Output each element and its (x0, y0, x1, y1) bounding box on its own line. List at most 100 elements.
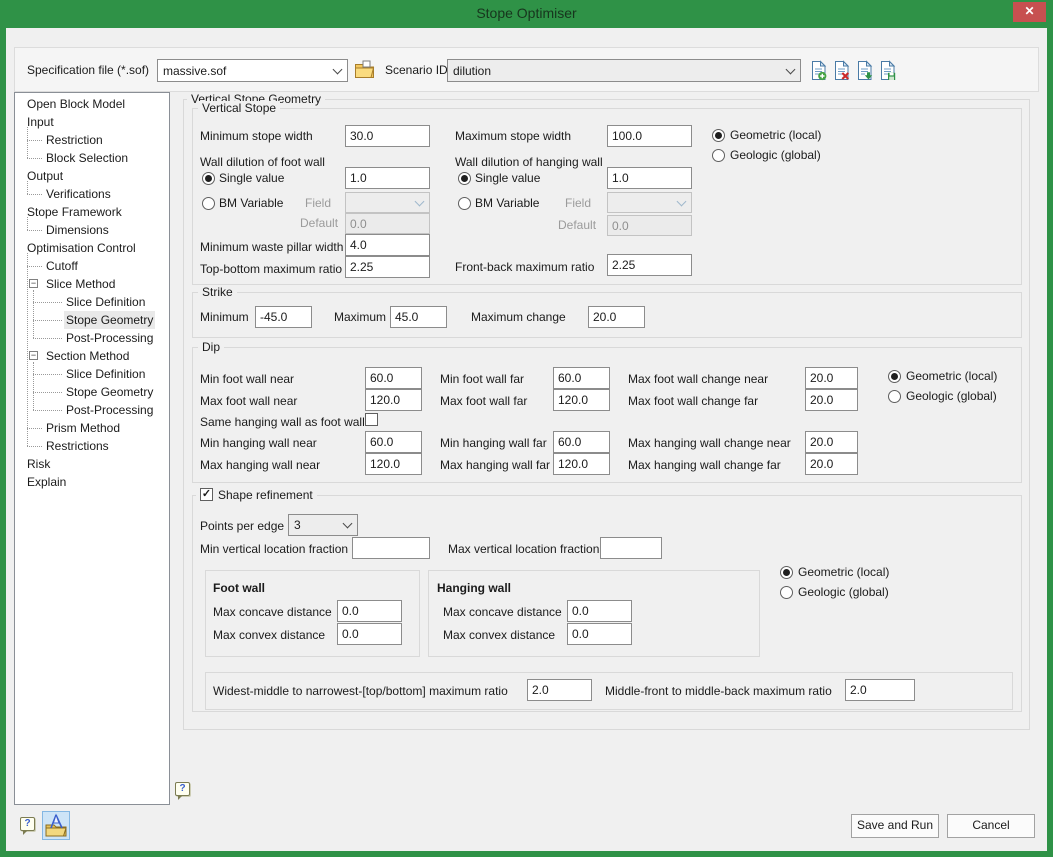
new-scenario-button[interactable] (810, 60, 827, 81)
shape-refinement-checkbox[interactable]: ✓ (200, 488, 213, 501)
min-foot-near-input[interactable] (365, 367, 422, 389)
hang-single-value-label[interactable]: Single value (475, 171, 540, 185)
sidebar-item-restrictions[interactable]: Restrictions (15, 437, 169, 455)
collapse-expander-icon[interactable]: − (29, 279, 38, 288)
shape-geometric-local-radio[interactable] (780, 566, 793, 579)
min-hang-far-input[interactable] (553, 431, 610, 453)
sidebar-item-explain[interactable]: Explain (15, 473, 169, 491)
minimum-stope-width-input[interactable] (345, 125, 430, 147)
sidebar-item-block-selection[interactable]: Block Selection (15, 149, 169, 167)
vs-geologic-global-radio[interactable] (712, 149, 725, 162)
foot-single-value-input[interactable] (345, 167, 430, 189)
strike-minimum-label: Minimum (200, 310, 249, 324)
collapse-expander-icon[interactable]: − (29, 351, 38, 360)
max-hang-far-input[interactable] (553, 453, 610, 475)
open-working-folder-button[interactable] (42, 811, 70, 840)
sidebar-item-prism-method[interactable]: Prism Method (15, 419, 169, 437)
sidebar-item-label: Restrictions (44, 437, 111, 455)
middle-front-back-ratio-input[interactable] (845, 679, 915, 701)
dip-geologic-global-label[interactable]: Geologic (global) (906, 389, 997, 403)
min-waste-pillar-input[interactable] (345, 234, 430, 256)
sidebar-item-post-processing[interactable]: Post-Processing (15, 329, 169, 347)
sidebar-item-verifications[interactable]: Verifications (15, 185, 169, 203)
save-scenario-button[interactable] (879, 60, 896, 81)
front-back-ratio-label: Front-back maximum ratio (455, 260, 594, 274)
sidebar-item-slice-definition[interactable]: Slice Definition (15, 293, 169, 311)
min-hang-near-input[interactable] (365, 431, 422, 453)
dip-geometric-local-radio[interactable] (888, 370, 901, 383)
foot-default-input (345, 213, 430, 234)
folder-icon (353, 58, 376, 81)
sidebar-item-stope-framework[interactable]: Stope Framework (15, 203, 169, 221)
vs-geometric-local-label[interactable]: Geometric (local) (730, 128, 821, 142)
points-per-edge-combobox[interactable]: 3 (288, 514, 358, 536)
hang-single-value-radio[interactable] (458, 172, 471, 185)
hang-bm-variable-radio[interactable] (458, 197, 471, 210)
max-foot-far-input[interactable] (553, 389, 610, 411)
top-bottom-ratio-input[interactable] (345, 256, 430, 278)
max-foot-change-near-input[interactable] (805, 367, 858, 389)
min-foot-far-input[interactable] (553, 367, 610, 389)
sidebar-item-cutoff[interactable]: Cutoff (15, 257, 169, 275)
shape-geometric-local-label[interactable]: Geometric (local) (798, 565, 889, 579)
max-hang-change-far-input[interactable] (805, 453, 858, 475)
sidebar-item-post-processing-2[interactable]: Post-Processing (15, 401, 169, 419)
sidebar-item-output[interactable]: Output (15, 167, 169, 185)
hang-single-value-input[interactable] (607, 167, 692, 189)
shape-refinement-label[interactable]: Shape refinement (218, 488, 313, 502)
strike-max-change-input[interactable] (588, 306, 645, 328)
page-help-button[interactable]: ? (175, 782, 190, 800)
foot-single-value-label[interactable]: Single value (219, 171, 284, 185)
save-and-run-button[interactable]: Save and Run (851, 814, 939, 838)
sidebar-item-risk[interactable]: Risk (15, 455, 169, 473)
max-foot-change-far-input[interactable] (805, 389, 858, 411)
group-title: Strike (198, 285, 237, 299)
same-hanging-wall-checkbox[interactable] (365, 413, 378, 426)
maximum-stope-width-input[interactable] (607, 125, 692, 147)
sidebar-item-dimensions[interactable]: Dimensions (15, 221, 169, 239)
vs-geometric-local-radio[interactable] (712, 129, 725, 142)
max-vertical-fraction-input[interactable] (600, 537, 662, 559)
close-button[interactable]: ✕ (1013, 2, 1046, 22)
same-hanging-wall-label[interactable]: Same hanging wall as foot wall (200, 415, 365, 429)
vs-geologic-global-label[interactable]: Geologic (global) (730, 148, 821, 162)
max-hang-near-input[interactable] (365, 453, 422, 475)
dialog-help-button[interactable]: ? (20, 817, 35, 835)
widest-middle-ratio-input[interactable] (527, 679, 592, 701)
foot-bm-variable-label[interactable]: BM Variable (219, 196, 283, 210)
spec-file-combobox[interactable]: massive.sof (157, 59, 348, 82)
foot-single-value-radio[interactable] (202, 172, 215, 185)
hang-max-convex-input[interactable] (567, 623, 632, 645)
sidebar-item-slice-method[interactable]: −Slice Method (15, 275, 169, 293)
foot-bm-variable-radio[interactable] (202, 197, 215, 210)
sidebar-item-input[interactable]: Input (15, 113, 169, 131)
dip-geometric-local-label[interactable]: Geometric (local) (906, 369, 997, 383)
load-scenario-button[interactable] (856, 60, 873, 81)
sidebar-item-slice-definition-2[interactable]: Slice Definition (15, 365, 169, 383)
front-back-ratio-input[interactable] (607, 254, 692, 276)
shape-geologic-global-label[interactable]: Geologic (global) (798, 585, 889, 599)
hang-max-concave-input[interactable] (567, 600, 632, 622)
browse-spec-file-button[interactable] (353, 58, 376, 81)
scenario-id-combobox[interactable]: dilution (447, 59, 801, 82)
max-hang-change-near-input[interactable] (805, 431, 858, 453)
foot-max-concave-input[interactable] (337, 600, 402, 622)
strike-minimum-input[interactable] (255, 306, 312, 328)
max-foot-near-input[interactable] (365, 389, 422, 411)
sidebar-item-open-block-model[interactable]: Open Block Model (15, 95, 169, 113)
min-foot-far-label: Min foot wall far (440, 372, 524, 386)
sidebar-item-section-method[interactable]: −Section Method (15, 347, 169, 365)
min-vertical-fraction-input[interactable] (352, 537, 430, 559)
sidebar-item-optimisation-control[interactable]: Optimisation Control (15, 239, 169, 257)
cancel-button[interactable]: Cancel (947, 814, 1035, 838)
sidebar-item-label: Open Block Model (25, 95, 127, 113)
hang-bm-variable-label[interactable]: BM Variable (475, 196, 539, 210)
sidebar-item-stope-geometry-2[interactable]: Stope Geometry (15, 383, 169, 401)
sidebar-item-restriction[interactable]: Restriction (15, 131, 169, 149)
sidebar-item-stope-geometry-selected[interactable]: Stope Geometry (15, 311, 169, 329)
strike-maximum-input[interactable] (390, 306, 447, 328)
shape-geologic-global-radio[interactable] (780, 586, 793, 599)
delete-scenario-button[interactable] (833, 60, 850, 81)
dip-geologic-global-radio[interactable] (888, 390, 901, 403)
foot-max-convex-input[interactable] (337, 623, 402, 645)
